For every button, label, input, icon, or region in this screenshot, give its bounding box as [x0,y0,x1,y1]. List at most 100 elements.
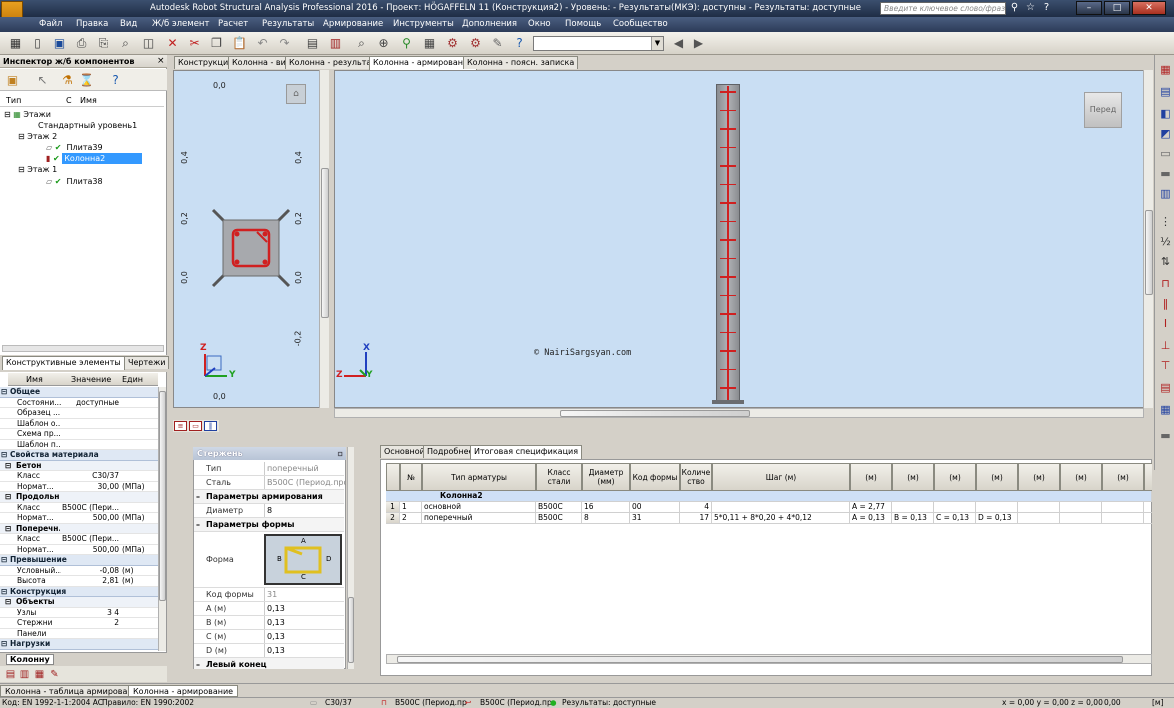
spec-header-cell[interactable]: (м) [976,463,1018,491]
tree-hscrollbar[interactable] [2,345,164,352]
property-row[interactable]: Образец ... [0,408,158,419]
spec-header-cell[interactable]: Класс стали [536,463,582,491]
tab-main[interactable]: Основной [380,445,429,458]
maximize-button[interactable]: □ [1104,1,1130,15]
spec-cell-idx[interactable]: 1 [386,502,400,513]
rebar-icon-14[interactable]: ▤ [1158,381,1173,395]
spec-cell-d1[interactable]: A = 0,13 [850,513,892,524]
menu-results[interactable]: Результаты [262,19,314,29]
spec-cell-code[interactable]: 00 [630,502,680,513]
property-row[interactable]: Нормат... 500,00 (МПа) [0,545,158,555]
spec-cell-code[interactable]: 31 [630,513,680,524]
pin-icon[interactable]: ▫ [338,447,343,460]
bar-prop-row[interactable]: Параметры армирования – [194,490,344,504]
tree-item-column2[interactable]: ▮ ✔ Колонна2 [46,153,162,164]
tree-item-floor1[interactable]: ⊟ Этаж 1 [18,164,57,175]
bar-prop-row[interactable]: Сталь B500C (Период.про... [194,476,346,490]
bar-prop-value[interactable]: 0,13 [264,602,342,615]
spec-hscrollbar[interactable] [386,654,1152,664]
delete-icon[interactable]: ✕ [164,35,181,52]
rebar-icon-5[interactable]: ▭ [1158,147,1173,161]
rebar-icon-16[interactable]: ▬ [1158,429,1173,443]
bar-prop-row[interactable]: Параметры формы – [194,518,344,532]
back-arrow-icon[interactable]: ◀ [670,35,687,52]
rebar-icon-4[interactable]: ◩ [1158,127,1173,141]
menu-tools[interactable]: Инструменты [393,19,454,29]
bar-prop-value[interactable]: 0,13 [264,616,342,629]
minimize-button[interactable]: – [1076,1,1102,15]
spec-cell-empty[interactable] [1060,502,1102,513]
bar-prop-value[interactable]: 0,13 [264,630,342,643]
property-row[interactable]: Схема пр... [0,429,158,440]
star-icon[interactable]: ☆ [1024,2,1037,14]
spec-cell-d2[interactable]: B = 0,13 [892,513,934,524]
numbering-icon[interactable]: ½ [1158,235,1173,249]
menu-addins[interactable]: Дополнения [462,19,517,29]
menu-rc-element[interactable]: Ж/б элемент [152,19,209,29]
folder-icon[interactable]: ▣ [4,72,21,89]
property-section[interactable]: ⊟ Объекты [0,597,158,608]
property-value[interactable]: 2,81 [62,576,119,586]
scrollbar-thumb[interactable] [560,410,750,417]
property-section[interactable]: ⊟ Конструкция [0,586,158,597]
property-row[interactable]: Состояни... доступные [0,398,158,408]
inspector-help-icon[interactable]: ? [107,72,124,89]
menu-analysis[interactable]: Расчет [218,19,248,29]
collapse-icon[interactable]: ⊟ [1,587,7,597]
bar-prop-value[interactable]: поперечный [264,462,342,475]
bar-prop-row[interactable]: A (м) 0,13 [194,602,344,616]
rebar-icon-11[interactable]: Ⅰ [1158,317,1173,331]
property-value[interactable]: B500C (Пери... [62,503,119,513]
print-preview-icon[interactable]: ⎘ [95,35,112,52]
rebar-icon-10[interactable]: ‖ [1158,297,1173,311]
spec-cell-empty[interactable] [1018,502,1060,513]
spec-cell-empty[interactable] [1144,502,1152,513]
spec-header-cell[interactable]: Код формы [630,463,680,491]
spec-cell-d4[interactable] [976,502,1018,513]
spec-cell-empty[interactable] [1102,513,1144,524]
spec-cell-empty[interactable] [1102,502,1144,513]
property-section[interactable]: ⊟ Общее [0,387,158,398]
spec-header-cell[interactable] [386,463,400,491]
pointer-icon[interactable]: ↖ [34,72,51,89]
rebar-icon-2[interactable]: ▤ [1158,85,1173,99]
table-icon[interactable]: ▥ [327,35,344,52]
tree-item-slab39[interactable]: ▱ ✔ Плита39 [46,142,103,153]
redo-icon[interactable]: ↷ [276,35,293,52]
spec-cell-cls[interactable]: B500C [536,513,582,524]
preview-icon[interactable]: ⌕ [117,35,134,52]
layers-icon[interactable]: ▤ [304,35,321,52]
spec-cell-d2[interactable] [892,502,934,513]
stirrup-shape-preview[interactable]: A B C D [264,534,342,585]
collapse-icon[interactable]: ⊟ [1,450,7,460]
wrench-icon[interactable]: ✎ [489,35,506,52]
spec-cell-d4[interactable]: D = 0,13 [976,513,1018,524]
header-name[interactable]: Имя [26,373,43,386]
property-row[interactable]: Класс B500C (Пери... [0,534,158,545]
tab-drawings[interactable]: Чертежи [124,356,170,369]
collapse-icon[interactable]: – [196,490,200,504]
binoculars-icon[interactable]: ⚲ [1008,2,1021,14]
spec-header-cell[interactable]: (м) [1060,463,1102,491]
spec-cell-idx[interactable]: 2 [386,513,400,524]
tab-reinforcement-table[interactable]: Колонна - таблица армирования [0,685,148,697]
spec-header-cell[interactable]: (м) [892,463,934,491]
filter-icon[interactable]: ⚗ [59,72,76,89]
copy-icon[interactable]: ❐ [208,35,225,52]
property-value[interactable]: 500,00 [62,545,119,555]
elevation-hscrollbar[interactable] [334,408,1144,418]
settings-icon[interactable]: ⚙ [467,35,484,52]
property-row[interactable]: Узлы 3 4 [0,608,158,618]
tab-column-reinforcement-bottom[interactable]: Колонна - армирование [128,685,239,697]
bar-prop-row[interactable]: Левый конец – [194,658,344,669]
spec-header-cell[interactable]: (м) [1144,463,1152,491]
spec-cell-cls[interactable]: B500C [536,502,582,513]
bar-prop-row[interactable]: Тип поперечный [194,462,344,476]
tree-item-floor2[interactable]: ⊟ Этаж 2 [18,131,57,142]
bar-prop-value[interactable]: 0,13 [264,644,342,657]
spec-cell-no[interactable]: 2 [400,513,422,524]
spec-cell-step[interactable] [712,502,850,513]
property-value[interactable]: доступные [62,398,119,408]
col-name[interactable]: Имя [80,94,97,107]
collapse-icon[interactable]: ⊟ [1,555,7,565]
